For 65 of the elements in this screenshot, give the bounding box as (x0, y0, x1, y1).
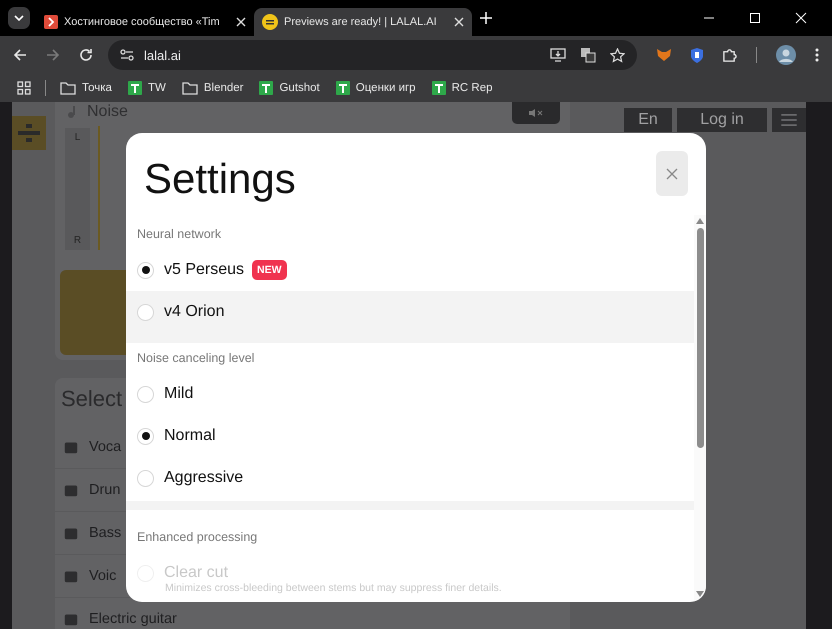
bookmark[interactable]: RC Rep (432, 81, 492, 95)
avatar-icon[interactable] (776, 45, 796, 65)
radio-button[interactable] (137, 262, 154, 278)
shield-extension-icon[interactable] (691, 48, 703, 62)
apps-grid-icon[interactable] (17, 81, 31, 95)
cross-favicon-icon (259, 81, 274, 95)
option-label: Aggressive (164, 469, 244, 487)
section-label: Neural network (136, 227, 222, 243)
face-favicon-icon (262, 14, 278, 30)
channel-meter: L R (65, 128, 90, 250)
bookmark[interactable]: Blender (182, 82, 244, 94)
scrollbar[interactable] (694, 215, 706, 602)
forward-icon[interactable] (46, 48, 60, 62)
mute-icon (529, 109, 543, 117)
more-menu-icon[interactable] (815, 48, 819, 62)
close-icon (666, 168, 678, 180)
close-window-icon[interactable] (795, 12, 807, 24)
radio-button[interactable] (137, 304, 154, 320)
cross-favicon-icon (336, 81, 350, 95)
site-settings-icon[interactable] (120, 49, 134, 61)
section-label: Noise canceling level (136, 351, 256, 367)
bookmark[interactable]: TW (128, 81, 166, 95)
new-tab-icon[interactable] (480, 12, 492, 24)
install-app-icon[interactable] (550, 48, 566, 62)
extensions-icon[interactable] (722, 48, 737, 62)
menu-icon (781, 114, 797, 126)
option-label: v5 Perseus (164, 261, 244, 279)
folder-icon (182, 82, 198, 94)
browser-tab[interactable]: Хостинговое сообщество «Tim (36, 8, 254, 36)
note-icon (67, 106, 77, 118)
translate-icon[interactable] (580, 47, 596, 63)
radio-button[interactable] (137, 428, 154, 444)
radio-button[interactable] (137, 470, 154, 486)
bookmark[interactable]: Gutshot (259, 81, 320, 95)
caret-icon (14, 15, 24, 21)
arrow-favicon-icon (44, 15, 58, 29)
scroll-up-icon[interactable] (696, 218, 704, 224)
fox-extension-icon[interactable] (656, 48, 672, 62)
dialog-title: Settings (144, 154, 296, 204)
option-label: Normal (164, 427, 216, 445)
option-label: v4 Orion (164, 303, 224, 321)
login-button[interactable]: Log in (677, 108, 767, 132)
mute-button[interactable] (512, 102, 560, 124)
bookmark[interactable]: Оценки игр (336, 81, 416, 95)
language-button[interactable]: En (624, 108, 672, 132)
scroll-down-icon[interactable] (696, 591, 704, 597)
address-bar[interactable]: lalal.ai (108, 40, 637, 70)
menu-button[interactable] (772, 108, 806, 132)
folder-icon (60, 82, 76, 94)
back-icon[interactable] (13, 48, 27, 62)
bookmark[interactable]: Точка (60, 82, 112, 94)
close-tab-icon[interactable] (454, 17, 464, 27)
tab-search-button[interactable] (8, 7, 30, 29)
cross-favicon-icon (432, 81, 446, 95)
section-label: Enhanced processing (136, 530, 258, 546)
browser-tab[interactable]: Previews are ready! | LALAL.AI (254, 8, 472, 36)
star-icon[interactable] (610, 48, 625, 62)
reload-icon[interactable] (79, 48, 93, 62)
section-title: Select (61, 386, 122, 412)
cross-favicon-icon (128, 81, 142, 95)
maximize-icon[interactable] (749, 12, 761, 24)
option-label: Mild (164, 385, 194, 403)
radio-button[interactable] (137, 386, 154, 402)
close-tab-icon[interactable] (236, 17, 246, 27)
new-badge: NEW (252, 260, 287, 280)
